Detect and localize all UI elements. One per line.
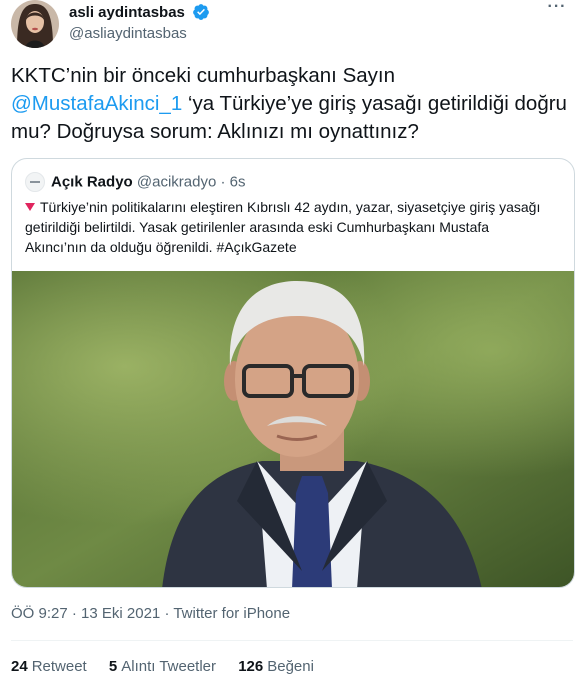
separator-dot: · (220, 173, 226, 191)
quote-tweets-count: 5 (108, 658, 118, 675)
tweet-header: asli aydintasbas @asliaydintasbas ··· (11, 0, 573, 52)
mention-link[interactable]: @MustafaAkinci_1 (11, 92, 182, 115)
quoted-author-name: Açık Radyo (51, 173, 133, 191)
tweet-stats: 24 Retweet 5 Alıntı Tweetler 126 Beğeni (11, 658, 332, 675)
ellipsis-icon[interactable]: ··· (545, 0, 569, 20)
separator-dot: · (160, 605, 174, 622)
tweet-metadata: ÖÖ 9:27 · 13 Eki 2021 · Twitter for iPho… (11, 605, 290, 622)
quoted-tweet-text: Türkiye’nin politikalarını eleştiren Kıb… (25, 197, 545, 257)
quoted-tweet-photo[interactable] (12, 271, 574, 587)
quoted-author-handle: @acikradyo (136, 173, 217, 191)
tweet-text: KKTC’nin bir önceki cumhurbaşkanı Sayın … (11, 62, 571, 146)
likes-stat[interactable]: 126 Beğeni (238, 658, 314, 675)
separator-dot: · (67, 605, 82, 622)
quoted-author-avatar (25, 172, 45, 192)
red-triangle-icon (25, 203, 35, 211)
retweets-label: Retweet (31, 658, 87, 675)
divider (11, 640, 573, 641)
quoted-tweet-header: Açık Radyo @acikradyo · 6s (25, 172, 246, 192)
tweet-text-part: KKTC’nin bir önceki cumhurbaşkanı Sayın (11, 64, 395, 87)
quote-tweets-stat[interactable]: 5 Alıntı Tweetler (109, 658, 216, 675)
tweet-date[interactable]: 13 Eki 2021 (81, 605, 160, 622)
quoted-tweet[interactable]: Açık Radyo @acikradyo · 6s Türkiye’nin p… (11, 158, 575, 588)
author-avatar[interactable] (11, 0, 59, 48)
tweet: asli aydintasbas @asliaydintasbas ··· KK… (0, 0, 584, 686)
retweets-stat[interactable]: 24 Retweet (11, 658, 87, 675)
author-display-name[interactable]: asli aydintasbas (69, 4, 185, 21)
quote-tweets-label: Alıntı Tweetler (121, 658, 217, 675)
quoted-tweet-time: 6s (229, 173, 246, 191)
tweet-source[interactable]: Twitter for iPhone (173, 605, 290, 622)
author-handle[interactable]: @asliaydintasbas (69, 25, 210, 42)
author-names: asli aydintasbas @asliaydintasbas (69, 3, 210, 42)
likes-label: Beğeni (267, 658, 314, 675)
retweets-count: 24 (11, 658, 28, 675)
tweet-time[interactable]: ÖÖ 9:27 (11, 605, 68, 622)
likes-count: 126 (238, 658, 264, 675)
quoted-tweet-body: Türkiye’nin politikalarını eleştiren Kıb… (25, 199, 541, 255)
verified-badge-icon (192, 3, 210, 21)
